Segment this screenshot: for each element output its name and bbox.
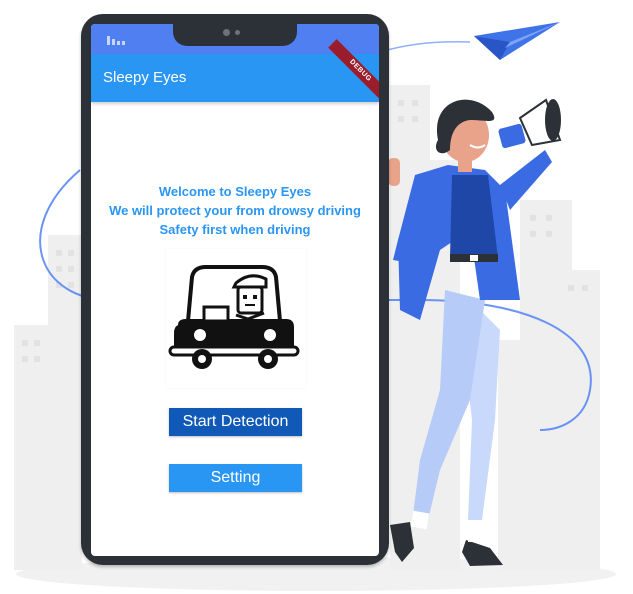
plane-trail <box>379 40 471 53</box>
welcome-line-1: Welcome to Sleepy Eyes <box>158 184 312 199</box>
driver-in-car-icon <box>168 265 300 369</box>
phone-screen: Sleepy Eyes DEBUG Welcome to Sleepy Eyes… <box>91 24 379 556</box>
phone-notch <box>173 24 297 46</box>
driver-image <box>166 249 306 388</box>
start-detection-button[interactable]: Start Detection <box>169 408 302 436</box>
welcome-text: Welcome to Sleepy Eyes We will protect y… <box>91 182 379 239</box>
welcome-line-2: We will protect your from drowsy driving <box>109 203 361 218</box>
phone-device: Sleepy Eyes DEBUG Welcome to Sleepy Eyes… <box>81 14 389 565</box>
megaphone-icon <box>498 98 562 149</box>
welcome-line-3: Safety first when driving <box>159 222 311 237</box>
scene: Sleepy Eyes DEBUG Welcome to Sleepy Eyes… <box>0 0 633 594</box>
app-bar: Sleepy Eyes DEBUG <box>91 39 379 103</box>
setting-button[interactable]: Setting <box>169 464 302 492</box>
signal-icon <box>107 36 127 45</box>
camera-icon <box>223 29 230 36</box>
app-title: Sleepy Eyes <box>103 69 187 86</box>
paper-plane-icon <box>474 22 560 60</box>
sensor-icon <box>235 30 240 35</box>
